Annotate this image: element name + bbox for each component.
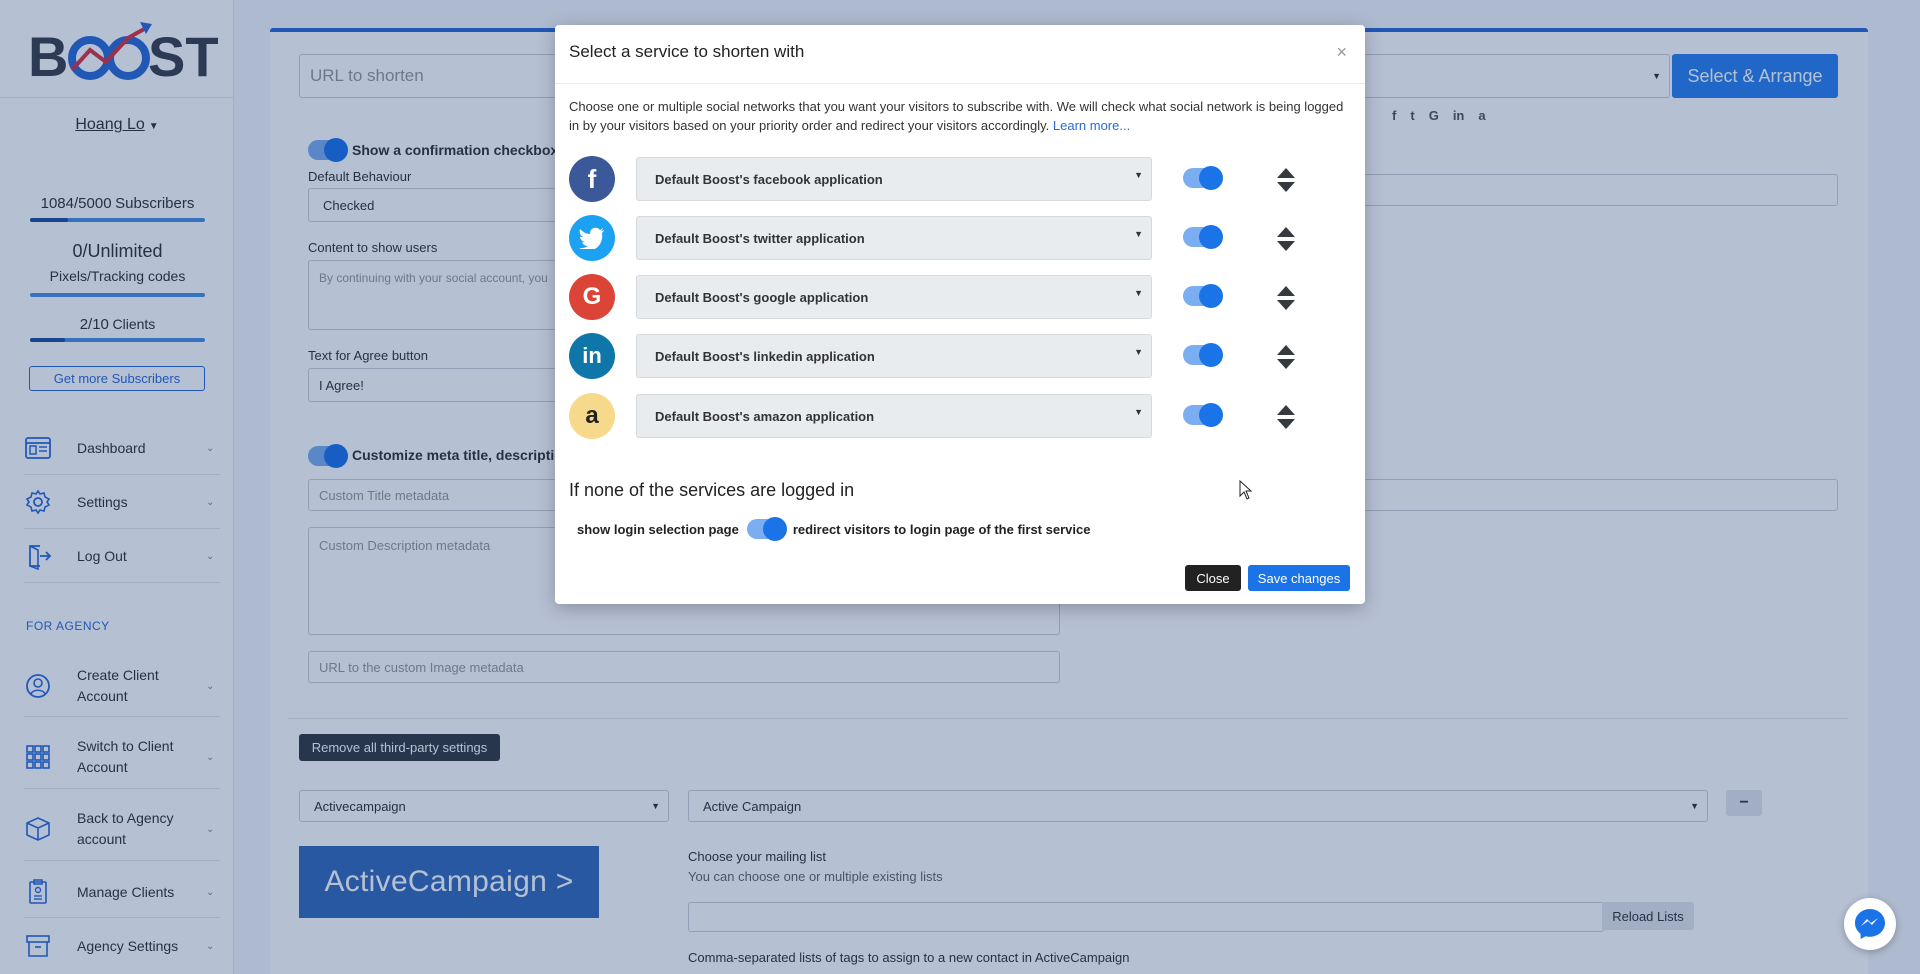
service-row-twitter: Default Boost's twitter application ▼ — [569, 215, 1355, 261]
mouse-cursor-icon — [1239, 480, 1253, 500]
messenger-icon — [1855, 909, 1885, 939]
service-select-value: Default Boost's linkedin application — [655, 348, 875, 364]
service-modal: Select a service to shorten with × Choos… — [555, 25, 1365, 604]
twitter-bird — [579, 227, 604, 249]
fallback-right-label: redirect visitors to login page of the f… — [792, 521, 1091, 537]
twitter-icon — [569, 215, 615, 261]
service-select-facebook[interactable]: Default Boost's facebook application ▼ — [636, 157, 1152, 201]
fallback-toggle[interactable] — [746, 517, 787, 541]
service-select-twitter[interactable]: Default Boost's twitter application ▼ — [636, 216, 1152, 260]
facebook-icon: f — [569, 156, 615, 202]
service-select-value: Default Boost's twitter application — [655, 230, 865, 246]
fallback-left-label: show login selection page — [577, 521, 739, 537]
sort-handle-icon[interactable] — [1276, 343, 1296, 371]
caret-down-icon: ▼ — [1134, 347, 1143, 357]
service-toggle-twitter[interactable] — [1183, 225, 1223, 249]
save-changes-button[interactable]: Save changes — [1248, 565, 1350, 591]
amazon-glyph: a — [585, 402, 599, 429]
toggle-knob — [762, 517, 787, 541]
linkedin-icon: in — [569, 333, 615, 379]
modal-divider — [555, 83, 1365, 84]
caret-down-icon: ▼ — [1134, 229, 1143, 239]
service-row-amazon: a Default Boost's amazon application ▼ — [569, 393, 1355, 439]
linkedin-glyph: in — [582, 343, 602, 368]
service-toggle-linkedin[interactable] — [1183, 343, 1223, 367]
sort-handle-icon[interactable] — [1276, 166, 1296, 194]
service-row-linkedin: in Default Boost's linkedin application ▼ — [569, 333, 1355, 379]
amazon-icon: a — [569, 393, 615, 439]
google-icon: G — [569, 274, 615, 320]
service-select-value: Default Boost's amazon application — [655, 408, 875, 424]
caret-down-icon: ▼ — [1134, 407, 1143, 417]
modal-description-text: Choose one or multiple social networks t… — [569, 99, 1344, 133]
toggle-knob — [1199, 225, 1223, 249]
google-glyph: G — [582, 283, 602, 310]
caret-down-icon: ▼ — [1134, 288, 1143, 298]
service-row-google: G Default Boost's google application ▼ — [569, 274, 1355, 320]
messenger-chat-button[interactable] — [1844, 898, 1896, 950]
service-toggle-google[interactable] — [1183, 284, 1223, 308]
toggle-knob — [1199, 166, 1223, 190]
toggle-knob — [1199, 403, 1223, 427]
close-button[interactable]: Close — [1185, 565, 1241, 591]
service-select-value: Default Boost's google application — [655, 289, 869, 305]
modal-title: Select a service to shorten with — [569, 42, 805, 61]
service-toggle-amazon[interactable] — [1183, 403, 1223, 427]
sort-handle-icon[interactable] — [1276, 225, 1296, 253]
service-select-value: Default Boost's facebook application — [655, 171, 883, 187]
service-select-amazon[interactable]: Default Boost's amazon application ▼ — [636, 394, 1152, 438]
toggle-knob — [1199, 343, 1223, 367]
fallback-heading: If none of the services are logged in — [569, 480, 855, 500]
fallback-row: show login selection page redirect visit… — [577, 516, 1090, 542]
service-toggle-facebook[interactable] — [1183, 166, 1223, 190]
close-icon[interactable]: × — [1336, 43, 1347, 61]
caret-down-icon: ▼ — [1134, 170, 1143, 180]
sort-handle-icon[interactable] — [1276, 284, 1296, 312]
toggle-knob — [1199, 284, 1223, 308]
sort-handle-icon[interactable] — [1276, 403, 1296, 431]
service-select-linkedin[interactable]: Default Boost's linkedin application ▼ — [636, 334, 1152, 378]
facebook-glyph: f — [587, 163, 597, 194]
service-select-google[interactable]: Default Boost's google application ▼ — [636, 275, 1152, 319]
learn-more-link[interactable]: Learn more... — [1053, 118, 1130, 133]
service-row-facebook: f Default Boost's facebook application ▼ — [569, 156, 1355, 202]
modal-description: Choose one or multiple social networks t… — [569, 97, 1355, 135]
